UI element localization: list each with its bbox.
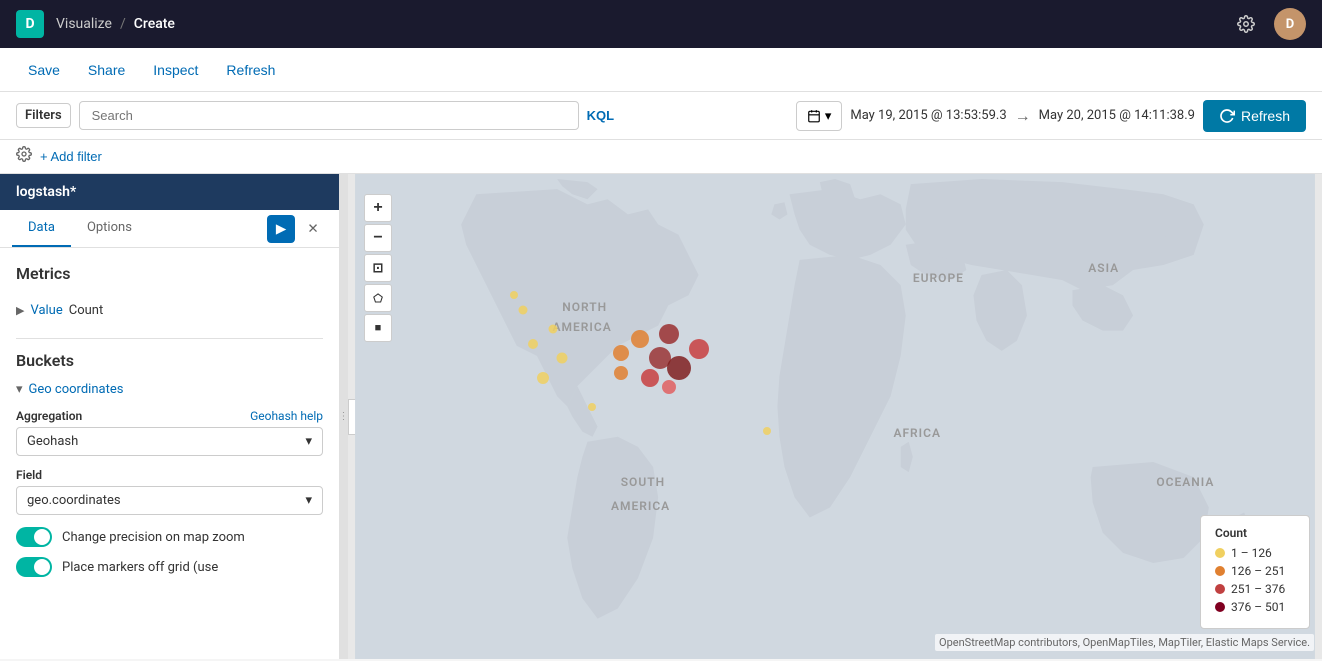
calendar-icon — [807, 109, 821, 123]
metric-value-count[interactable]: ▶ Value Count — [16, 295, 323, 326]
gear-icon — [16, 146, 32, 162]
metric-value-label: Value — [30, 303, 62, 318]
date-start: May 19, 2015 @ 13:53:59.3 — [850, 108, 1006, 123]
breadcrumb: Visualize / Create — [56, 16, 175, 32]
field-dropdown-chevron-icon: ▾ — [305, 493, 312, 508]
map-controls: + − ⊡ ⬠ ■ — [364, 194, 392, 342]
legend-dot-3 — [1215, 584, 1225, 594]
legend-dot-4 — [1215, 602, 1225, 612]
field-select[interactable]: geo.coordinates ▾ — [16, 486, 323, 515]
top-nav: D Visualize / Create D — [0, 0, 1322, 48]
filter-bar: Filters KQL ▾ May 19, 2015 @ 13:53:59.3 … — [0, 92, 1322, 140]
aggregation-label: Aggregation — [16, 409, 82, 423]
breadcrumb-parent[interactable]: Visualize — [56, 16, 112, 32]
markers-toggle[interactable] — [16, 557, 52, 577]
add-filter-button[interactable]: + Add filter — [40, 149, 102, 164]
crop-button[interactable]: ⊡ — [364, 254, 392, 282]
buckets-title: Buckets — [16, 351, 323, 370]
toggle-markers-row: Place markers off grid (use — [16, 557, 323, 577]
zoom-in-button[interactable]: + — [364, 194, 392, 222]
refresh-icon — [1219, 108, 1235, 124]
index-pattern-header: logstash* — [0, 174, 339, 210]
chevron-right-icon: ▶ — [16, 304, 24, 317]
date-picker-button[interactable]: ▾ — [796, 101, 843, 131]
legend-range-2: 126 – 251 — [1231, 564, 1285, 578]
chevron-down-icon: ▾ — [825, 108, 832, 124]
inspect-button[interactable]: Inspect — [141, 56, 210, 84]
filters-label: Filters — [16, 103, 71, 128]
kql-button[interactable]: KQL — [587, 108, 614, 123]
refresh-main-button[interactable]: Refresh — [1203, 100, 1306, 132]
zoom-out-button[interactable]: − — [364, 224, 392, 252]
tab-data[interactable]: Data — [12, 210, 71, 247]
user-avatar[interactable]: D — [1274, 8, 1306, 40]
search-input[interactable] — [79, 101, 579, 130]
legend-range-3: 251 – 376 — [1231, 582, 1285, 596]
aggregation-select[interactable]: Geohash ▾ — [16, 427, 323, 456]
breadcrumb-current: Create — [134, 16, 175, 32]
legend-dot-1 — [1215, 548, 1225, 558]
settings-icon-btn[interactable] — [1230, 8, 1262, 40]
map-legend: Count 1 – 126 126 – 251 251 – 376 376 – … — [1200, 515, 1310, 629]
square-button[interactable]: ■ — [364, 314, 392, 342]
legend-item-4: 376 – 501 — [1215, 600, 1295, 614]
settings-gear-button[interactable] — [16, 146, 32, 167]
date-arrow: → — [1015, 106, 1031, 126]
dropdown-chevron-icon: ▾ — [305, 434, 312, 449]
divider-1 — [16, 338, 323, 339]
metric-count-label: Count — [69, 303, 103, 318]
date-range: ▾ May 19, 2015 @ 13:53:59.3 → May 20, 20… — [796, 101, 1195, 131]
main-layout: logstash* Data Options ▶ ✕ Metrics ▶ Val… — [0, 174, 1322, 659]
field-row: Field geo.coordinates ▾ — [16, 468, 323, 515]
field-value: geo.coordinates — [27, 493, 121, 508]
geo-coordinates-row[interactable]: ▾ Geo coordinates — [16, 382, 323, 397]
precision-toggle[interactable] — [16, 527, 52, 547]
legend-item-2: 126 – 251 — [1215, 564, 1295, 578]
settings-row: + Add filter — [0, 140, 1322, 174]
refresh-button[interactable]: Refresh — [214, 56, 287, 84]
share-button[interactable]: Share — [76, 56, 137, 84]
close-button[interactable]: ✕ — [299, 215, 327, 243]
field-label: Field — [16, 468, 42, 482]
map-area: ‹ — [348, 174, 1322, 659]
precision-toggle-label: Change precision on map zoom — [62, 530, 245, 545]
legend-dot-2 — [1215, 566, 1225, 576]
date-end: May 20, 2015 @ 14:11:38.9 — [1039, 108, 1195, 123]
chevron-down-icon: ▾ — [16, 382, 23, 397]
geohash-help-link[interactable]: Geohash help — [250, 409, 323, 423]
legend-title: Count — [1215, 526, 1295, 540]
panel-resize-handle[interactable]: ⋮ — [340, 174, 348, 659]
geo-coordinates-label: Geo coordinates — [29, 382, 124, 397]
metrics-title: Metrics — [16, 264, 323, 283]
toolbar: Save Share Inspect Refresh — [0, 48, 1322, 92]
left-panel: logstash* Data Options ▶ ✕ Metrics ▶ Val… — [0, 174, 340, 659]
legend-item-3: 251 – 376 — [1215, 582, 1295, 596]
legend-range-4: 376 – 501 — [1231, 600, 1285, 614]
polygon-button[interactable]: ⬠ — [364, 284, 392, 312]
panel-content: Metrics ▶ Value Count Buckets ▾ Geo coor… — [0, 248, 339, 659]
legend-item-1: 1 – 126 — [1215, 546, 1295, 560]
legend-range-1: 1 – 126 — [1231, 546, 1272, 560]
play-button[interactable]: ▶ — [267, 215, 295, 243]
tab-options[interactable]: Options — [71, 210, 148, 247]
map-attribution: OpenStreetMap contributors, OpenMapTiles… — [935, 634, 1314, 651]
aggregation-row: Aggregation Geohash help Geohash ▾ — [16, 409, 323, 456]
refresh-main-label: Refresh — [1241, 108, 1290, 124]
save-button[interactable]: Save — [16, 56, 72, 84]
aggregation-value: Geohash — [27, 434, 78, 449]
toggle-precision-row: Change precision on map zoom — [16, 527, 323, 547]
panel-tabs: Data Options ▶ ✕ — [0, 210, 339, 248]
app-icon: D — [16, 10, 44, 38]
world-map — [348, 174, 1322, 659]
markers-toggle-label: Place markers off grid (use — [62, 560, 218, 575]
